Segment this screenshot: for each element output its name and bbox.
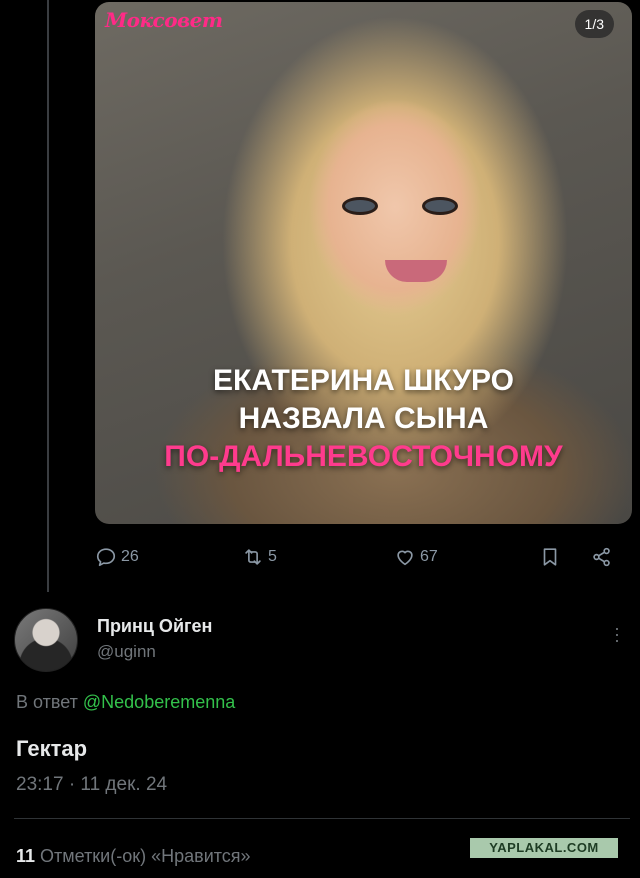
reply-count: 26: [121, 548, 139, 565]
tweet-text: Гектар: [16, 736, 88, 761]
portrait-lips: [385, 260, 447, 282]
repost-icon: [245, 549, 261, 565]
author-display-name[interactable]: Принц Ойген: [97, 616, 212, 637]
portrait-eyes: [340, 187, 460, 217]
bookmark-icon: [543, 548, 557, 566]
thread-connector-line: [47, 0, 49, 592]
bookmark-button[interactable]: [539, 546, 565, 568]
likes-label: Отметки(-ок) «Нравится»: [35, 846, 251, 866]
reply-prefix: В ответ: [16, 692, 83, 712]
reply-icon: [96, 548, 116, 567]
divider: [14, 818, 630, 819]
share-icon: [593, 547, 610, 567]
avatar[interactable]: [14, 608, 78, 672]
reply-button[interactable]: 26: [95, 546, 139, 568]
watermark: YAPLAKAL.COM: [470, 838, 618, 858]
like-count: 67: [420, 548, 438, 565]
like-button[interactable]: 67: [394, 546, 438, 568]
likes-summary[interactable]: 11 Отметки(-ок) «Нравится»: [16, 846, 251, 867]
media-image[interactable]: Мокcовет 1/3 ЕКАТЕРИНА ШКУРО НАЗВАЛА СЫН…: [95, 2, 632, 524]
media-counter-badge: 1/3: [574, 10, 614, 38]
more-options-icon[interactable]: · · ·: [612, 619, 622, 649]
tweet-timestamp[interactable]: 23:17 · 11 дек. 24: [16, 774, 167, 796]
reply-mention-link[interactable]: @Nedoberemenna: [83, 692, 235, 712]
author-handle[interactable]: @uginn: [97, 642, 156, 662]
repost-count: 5: [268, 548, 277, 565]
reply-context: В ответ @Nedoberemenna: [16, 692, 235, 713]
share-button[interactable]: [591, 546, 617, 568]
brand-logo: Мокcовет: [105, 8, 223, 32]
likes-total: 11: [16, 846, 36, 866]
tweet-action-bar: 26 5 67: [95, 542, 625, 576]
headline-line-3: ПО-ДАЛЬНЕВОСТОЧНОМУ: [164, 440, 563, 473]
repost-button[interactable]: 5: [242, 546, 277, 568]
media-headline: ЕКАТЕРИНА ШКУРО НАЗВАЛА СЫНА ПО-ДАЛЬНЕВО…: [95, 362, 632, 476]
heart-icon: [397, 550, 413, 566]
headline-line-2: НАЗВАЛА СЫНА: [238, 402, 489, 435]
headline-line-1: ЕКАТЕРИНА ШКУРО: [213, 364, 514, 397]
